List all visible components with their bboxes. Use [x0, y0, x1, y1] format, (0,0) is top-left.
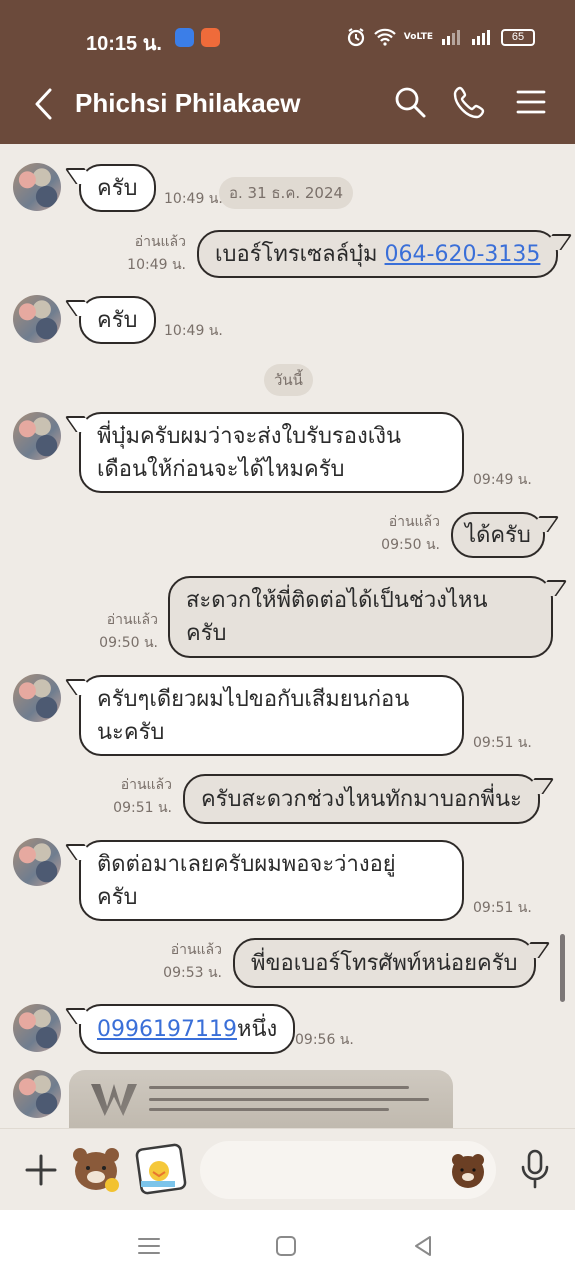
- message-text: ครับ: [97, 176, 138, 201]
- message-text: ครับ: [97, 308, 138, 333]
- message-text-line: พี่บุ๋มครับผมว่าจะส่งใบรับรองเงิน: [97, 424, 402, 449]
- search-icon[interactable]: [392, 84, 428, 120]
- status-icons: VoLTE 65: [346, 27, 535, 47]
- phone-link[interactable]: 0996197119: [97, 1017, 237, 1042]
- message-text: ครับสะดวกช่วงไหนทักมาบอกพี่นะ: [201, 787, 522, 812]
- incoming-message-bubble[interactable]: ติดต่อมาเลยครับผมพอจะว่างอยู่ ครับ: [79, 840, 464, 921]
- bear-sticker-icon[interactable]: [68, 1141, 124, 1197]
- status-time: 10:15 น.: [86, 33, 162, 55]
- incoming-message-bubble[interactable]: ครับๆเดียวผมไปขอกับเสีมยนก่อน นะครับ: [79, 675, 464, 756]
- message-text-line: ครับ: [186, 621, 227, 646]
- avatar[interactable]: [13, 838, 61, 886]
- message-text: เบอร์โทรเซลล์บุ๋ม: [215, 242, 385, 267]
- document-line: [149, 1098, 429, 1101]
- message-time: 10:49 น.: [164, 191, 223, 207]
- contact-name[interactable]: Phichsi Philakaew: [75, 88, 300, 119]
- message-time: 09:56 น.: [295, 1032, 354, 1048]
- mic-icon[interactable]: [520, 1149, 550, 1189]
- read-receipt: อ่านแล้ว: [106, 612, 158, 628]
- signal-icon: [472, 30, 490, 45]
- message-time: 09:51 น.: [113, 800, 172, 816]
- status-bar: 10:15 น. VoLTE 65: [0, 0, 575, 66]
- message-text: พี่ขอเบอร์โทรศัพท์หน่อยครับ: [251, 951, 518, 976]
- home-icon[interactable]: [272, 1232, 300, 1260]
- message-text-line: ครับ: [97, 885, 138, 910]
- message-text-line: นะครับ: [97, 720, 165, 745]
- message-text-line: สะดวกให้พี่ติดต่อได้เป็นช่วงไหน: [186, 588, 488, 613]
- outgoing-message-bubble[interactable]: เบอร์โทรเซลล์บุ๋ม 064-620-3135: [197, 230, 559, 278]
- message-time: 09:50 น.: [99, 635, 158, 651]
- message-text: ได้ครับ: [465, 523, 531, 548]
- message-time: 09:49 น.: [473, 472, 532, 488]
- phone-icon[interactable]: [452, 84, 488, 120]
- avatar[interactable]: [13, 1004, 61, 1052]
- message-time: 09:51 น.: [473, 735, 532, 751]
- photo-sticker-icon[interactable]: [133, 1141, 189, 1197]
- avatar[interactable]: [13, 412, 61, 460]
- system-nav-bar: [0, 1210, 575, 1280]
- message-time: 10:49 น.: [164, 323, 223, 339]
- message-text: หนึ่ง: [236, 1017, 278, 1042]
- incoming-message-bubble[interactable]: ครับ: [79, 164, 156, 212]
- outgoing-message-bubble[interactable]: ได้ครับ: [451, 512, 545, 558]
- read-receipt: อ่านแล้ว: [120, 777, 172, 793]
- incoming-message-bubble[interactable]: 0996197119หนึ่ง: [79, 1004, 296, 1054]
- app-notification-icon: [175, 28, 194, 47]
- message-time: 09:51 น.: [473, 900, 532, 916]
- recent-apps-icon[interactable]: [135, 1232, 163, 1260]
- date-pill: อ. 31 ธ.ค. 2024: [219, 177, 354, 209]
- read-receipt: อ่านแล้ว: [134, 234, 186, 250]
- wifi-icon: [374, 28, 396, 46]
- chat-header: Phichsi Philakaew: [0, 66, 575, 144]
- battery-icon: 65: [501, 28, 535, 46]
- outgoing-message-bubble[interactable]: สะดวกให้พี่ติดต่อได้เป็นช่วงไหน ครับ: [168, 576, 553, 658]
- company-logo-icon: [91, 1084, 137, 1116]
- incoming-message-bubble[interactable]: พี่บุ๋มครับผมว่าจะส่งใบรับรองเงิน เดือนใ…: [79, 412, 464, 493]
- read-receipt: อ่านแล้ว: [388, 514, 440, 530]
- volte-label: VoLTE: [403, 31, 433, 42]
- avatar[interactable]: [13, 163, 61, 211]
- chat-messages[interactable]: ครับ 10:49 น. อ. 31 ธ.ค. 2024 อ่านแล้ว 1…: [0, 144, 575, 1128]
- read-receipt: อ่านแล้ว: [170, 942, 222, 958]
- bear-emoji-icon[interactable]: [448, 1150, 488, 1190]
- chevron-left-icon[interactable]: [30, 86, 58, 122]
- outgoing-message-bubble[interactable]: พี่ขอเบอร์โทรศัพท์หน่อยครับ: [233, 938, 536, 988]
- outgoing-message-bubble[interactable]: ครับสะดวกช่วงไหนทักมาบอกพี่นะ: [183, 774, 540, 824]
- message-text-line: เดือนให้ก่อนจะได้ไหมครับ: [97, 457, 345, 482]
- image-message[interactable]: [69, 1070, 453, 1128]
- incoming-message-bubble[interactable]: ครับ: [79, 296, 156, 344]
- app-notification-icon: [201, 28, 220, 47]
- avatar[interactable]: [13, 674, 61, 722]
- back-nav-icon[interactable]: [409, 1232, 437, 1260]
- hamburger-icon[interactable]: [513, 84, 549, 120]
- message-time: 09:53 น.: [163, 965, 222, 981]
- avatar[interactable]: [13, 295, 61, 343]
- avatar[interactable]: [13, 1070, 61, 1118]
- message-time: 10:49 น.: [127, 257, 186, 273]
- document-line: [149, 1108, 389, 1111]
- message-text-line: ติดต่อมาเลยครับผมพอจะว่างอยู่: [97, 852, 396, 877]
- message-text-line: ครับๆเดียวผมไปขอกับเสีมยนก่อน: [97, 687, 410, 712]
- plus-icon[interactable]: [24, 1153, 58, 1187]
- date-separator: วันนี้: [264, 364, 313, 396]
- message-time: 09:50 น.: [381, 537, 440, 553]
- scrollbar[interactable]: [560, 934, 565, 1002]
- message-input[interactable]: [200, 1141, 496, 1199]
- document-line: [149, 1086, 409, 1089]
- alarm-icon: [347, 28, 364, 47]
- signal-icon: [442, 30, 460, 45]
- phone-link[interactable]: 064-620-3135: [385, 242, 541, 267]
- message-input-bar: [0, 1128, 575, 1210]
